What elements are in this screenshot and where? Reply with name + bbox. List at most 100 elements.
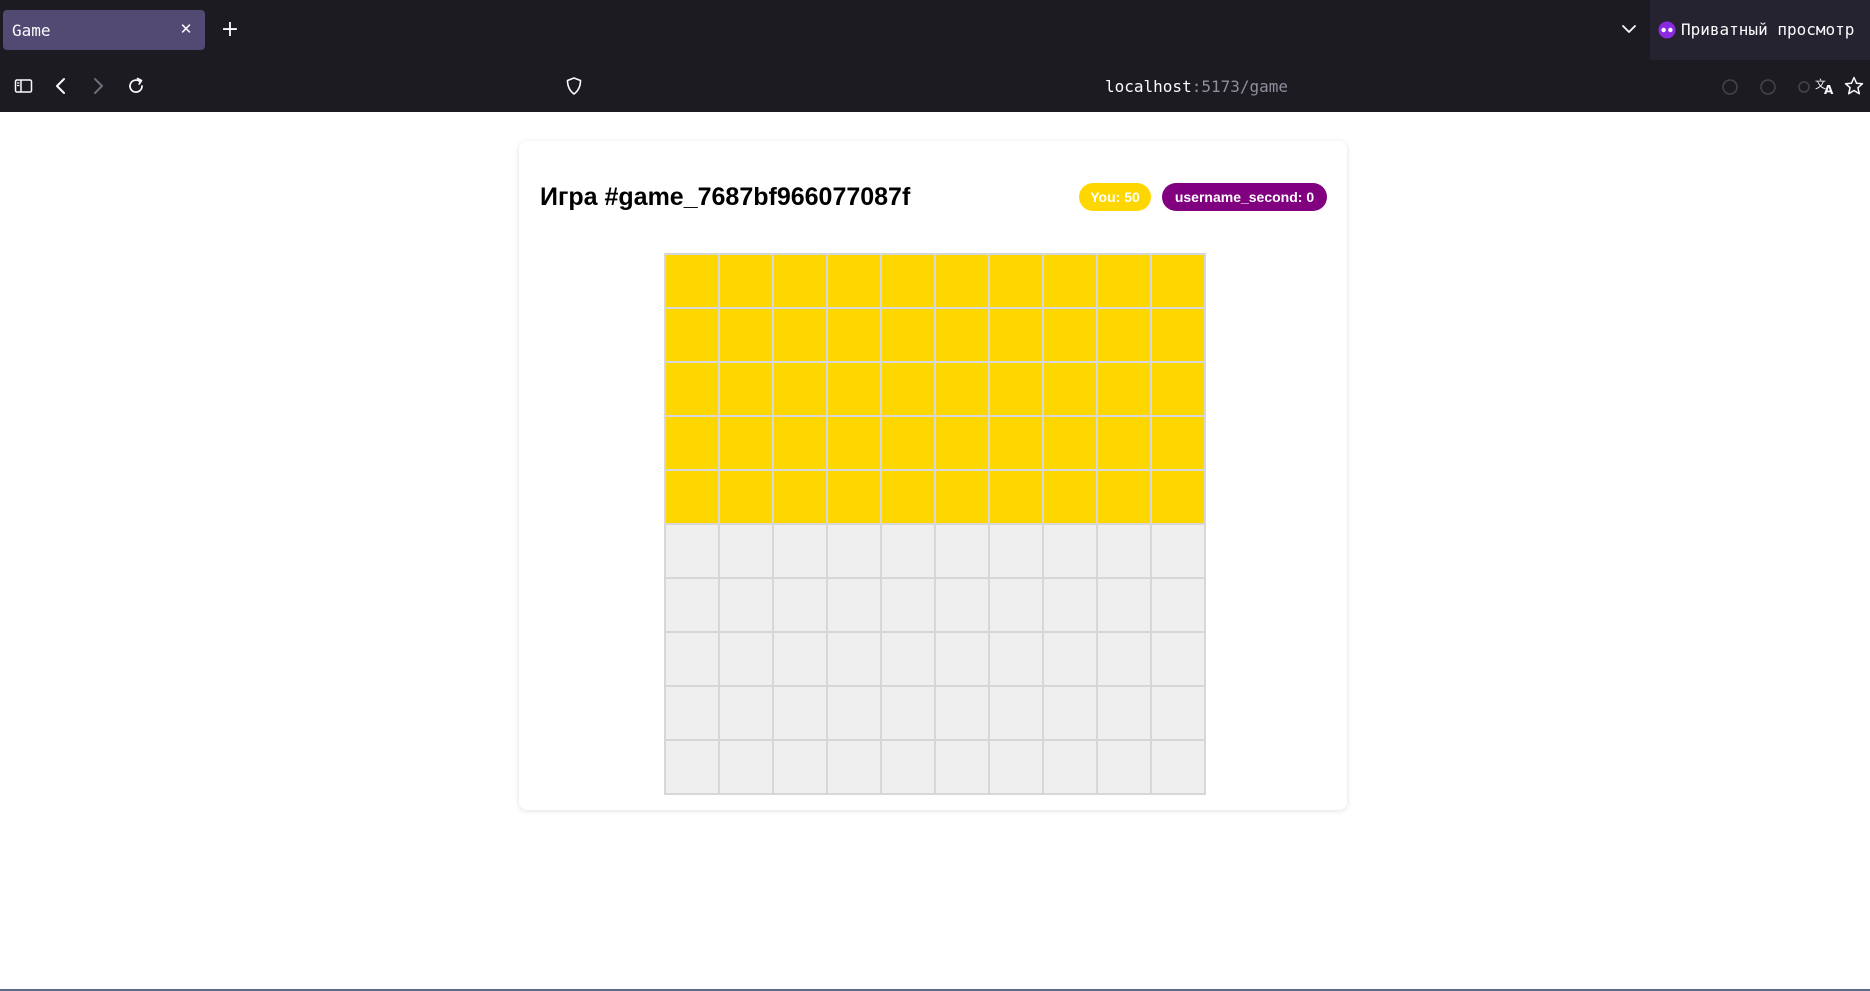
board-cell[interactable] bbox=[828, 579, 880, 631]
board-cell[interactable] bbox=[936, 363, 988, 415]
board-cell[interactable] bbox=[1098, 471, 1150, 523]
board-cell[interactable] bbox=[666, 309, 718, 361]
close-tab-icon[interactable]: ✕ bbox=[175, 18, 197, 40]
board-cell[interactable] bbox=[828, 363, 880, 415]
board-cell[interactable] bbox=[1044, 417, 1096, 469]
board-cell[interactable] bbox=[720, 633, 772, 685]
board-cell[interactable] bbox=[1098, 309, 1150, 361]
board-cell[interactable] bbox=[990, 309, 1042, 361]
board-cell[interactable] bbox=[666, 687, 718, 739]
board-cell[interactable] bbox=[990, 255, 1042, 307]
board-cell[interactable] bbox=[720, 309, 772, 361]
board-cell[interactable] bbox=[1044, 741, 1096, 793]
board-cell[interactable] bbox=[1152, 633, 1204, 685]
board-cell[interactable] bbox=[774, 579, 826, 631]
board-cell[interactable] bbox=[1152, 687, 1204, 739]
board-cell[interactable] bbox=[882, 309, 934, 361]
board-cell[interactable] bbox=[1098, 363, 1150, 415]
board-cell[interactable] bbox=[936, 741, 988, 793]
board-cell[interactable] bbox=[828, 525, 880, 577]
board-cell[interactable] bbox=[1098, 525, 1150, 577]
board-cell[interactable] bbox=[774, 309, 826, 361]
board-cell[interactable] bbox=[990, 525, 1042, 577]
board-cell[interactable] bbox=[666, 255, 718, 307]
chevron-down-icon[interactable] bbox=[1616, 16, 1642, 42]
board-cell[interactable] bbox=[1098, 633, 1150, 685]
board-cell[interactable] bbox=[1152, 255, 1204, 307]
board-cell[interactable] bbox=[828, 417, 880, 469]
board-cell[interactable] bbox=[828, 471, 880, 523]
board-cell[interactable] bbox=[1152, 309, 1204, 361]
new-tab-button[interactable]: + bbox=[216, 16, 244, 44]
board-cell[interactable] bbox=[1044, 471, 1096, 523]
board-cell[interactable] bbox=[990, 633, 1042, 685]
board-cell[interactable] bbox=[936, 579, 988, 631]
board-cell[interactable] bbox=[666, 579, 718, 631]
board-cell[interactable] bbox=[882, 417, 934, 469]
reload-icon[interactable] bbox=[124, 74, 148, 98]
board-cell[interactable] bbox=[720, 363, 772, 415]
board-cell[interactable] bbox=[1044, 363, 1096, 415]
board-cell[interactable] bbox=[990, 687, 1042, 739]
board-cell[interactable] bbox=[990, 579, 1042, 631]
board-cell[interactable] bbox=[774, 363, 826, 415]
board-cell[interactable] bbox=[666, 417, 718, 469]
board-cell[interactable] bbox=[990, 417, 1042, 469]
board-cell[interactable] bbox=[666, 471, 718, 523]
board-cell[interactable] bbox=[1098, 417, 1150, 469]
board-cell[interactable] bbox=[1044, 633, 1096, 685]
board-cell[interactable] bbox=[1152, 471, 1204, 523]
board-cell[interactable] bbox=[1152, 363, 1204, 415]
board-cell[interactable] bbox=[882, 741, 934, 793]
board-cell[interactable] bbox=[1044, 687, 1096, 739]
board-cell[interactable] bbox=[666, 363, 718, 415]
board-cell[interactable] bbox=[774, 741, 826, 793]
board-cell[interactable] bbox=[936, 309, 988, 361]
sidebar-toggle-icon[interactable] bbox=[12, 74, 36, 98]
board-cell[interactable] bbox=[720, 741, 772, 793]
board-cell[interactable] bbox=[1044, 255, 1096, 307]
board-cell[interactable] bbox=[828, 255, 880, 307]
board-cell[interactable] bbox=[1098, 255, 1150, 307]
board-cell[interactable] bbox=[774, 687, 826, 739]
board-cell[interactable] bbox=[882, 363, 934, 415]
board-cell[interactable] bbox=[666, 633, 718, 685]
board-cell[interactable] bbox=[1152, 525, 1204, 577]
board-cell[interactable] bbox=[882, 471, 934, 523]
board-cell[interactable] bbox=[936, 525, 988, 577]
translate-icon[interactable]: 文A bbox=[1814, 75, 1836, 97]
board-cell[interactable] bbox=[1098, 741, 1150, 793]
board-cell[interactable] bbox=[882, 255, 934, 307]
board-cell[interactable] bbox=[882, 525, 934, 577]
board-cell[interactable] bbox=[990, 471, 1042, 523]
board-cell[interactable] bbox=[828, 633, 880, 685]
forward-arrow-icon[interactable] bbox=[86, 74, 110, 98]
board-cell[interactable] bbox=[828, 687, 880, 739]
address-bar[interactable]: localhost:5173/game bbox=[1105, 77, 1288, 96]
board-cell[interactable] bbox=[720, 471, 772, 523]
board-cell[interactable] bbox=[720, 255, 772, 307]
board-cell[interactable] bbox=[774, 633, 826, 685]
board-cell[interactable] bbox=[936, 633, 988, 685]
board-cell[interactable] bbox=[828, 741, 880, 793]
board-cell[interactable] bbox=[1044, 309, 1096, 361]
board-cell[interactable] bbox=[936, 471, 988, 523]
board-cell[interactable] bbox=[774, 525, 826, 577]
board-cell[interactable] bbox=[666, 741, 718, 793]
board-cell[interactable] bbox=[774, 471, 826, 523]
board-cell[interactable] bbox=[1152, 417, 1204, 469]
board-cell[interactable] bbox=[882, 687, 934, 739]
board-cell[interactable] bbox=[1152, 579, 1204, 631]
board-cell[interactable] bbox=[666, 525, 718, 577]
board-cell[interactable] bbox=[1044, 579, 1096, 631]
board-cell[interactable] bbox=[882, 579, 934, 631]
shield-icon[interactable] bbox=[563, 75, 585, 97]
board-cell[interactable] bbox=[1044, 525, 1096, 577]
board-cell[interactable] bbox=[1152, 741, 1204, 793]
board-cell[interactable] bbox=[936, 255, 988, 307]
board-cell[interactable] bbox=[720, 525, 772, 577]
board-cell[interactable] bbox=[936, 417, 988, 469]
board-cell[interactable] bbox=[720, 687, 772, 739]
board-cell[interactable] bbox=[720, 579, 772, 631]
bookmark-star-icon[interactable] bbox=[1843, 75, 1865, 97]
